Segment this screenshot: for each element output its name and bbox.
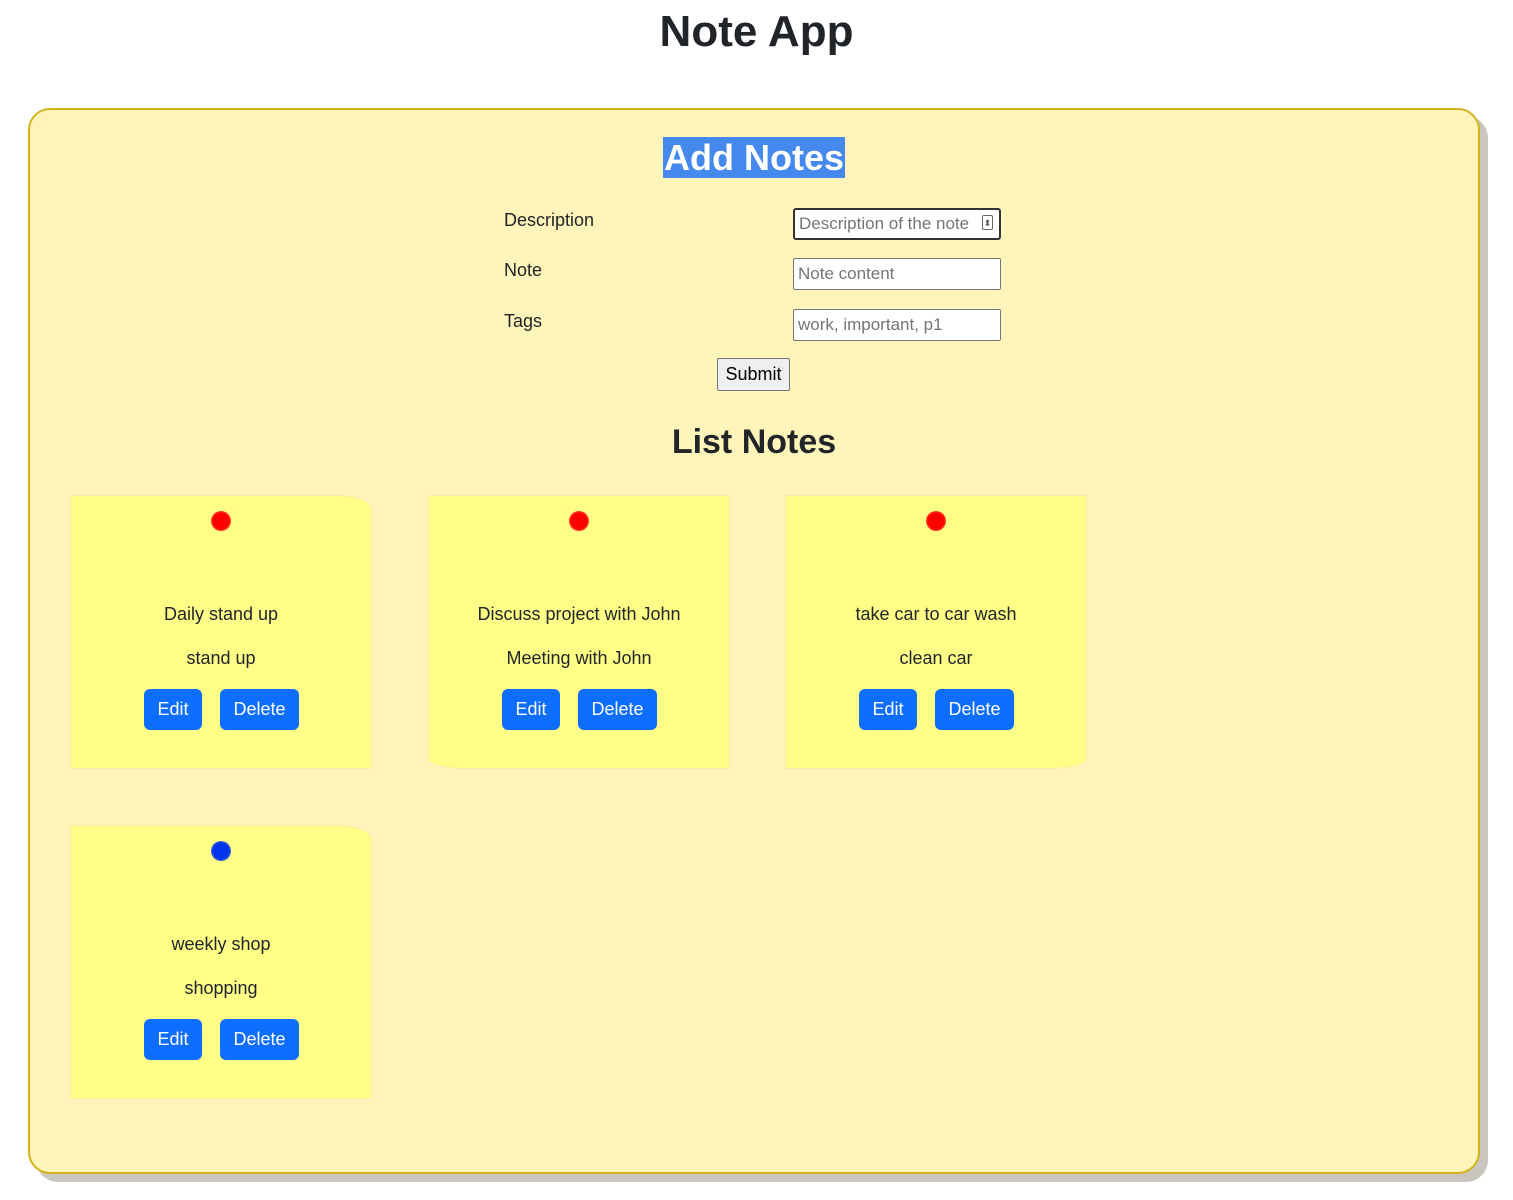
tags-row: Tags [504,309,1004,343]
edit-button[interactable]: Edit [502,689,560,730]
note-content: stand up [186,648,256,668]
edit-button[interactable]: Edit [144,1019,202,1060]
note-card: take car to car wash clean car Edit Dele… [785,495,1087,769]
pin-icon [569,511,589,531]
note-card: Discuss project with John Meeting with J… [428,495,730,769]
note-row: Note [504,258,1004,292]
submit-button[interactable]: Submit [717,358,790,391]
edit-button[interactable]: Edit [144,689,202,730]
pin-icon [926,511,946,531]
notes-board: Add Notes Description ⬍ Note Tags Submit… [28,108,1480,1174]
note-content: Meeting with John [506,648,652,668]
edit-button[interactable]: Edit [859,689,917,730]
pin-icon [211,841,231,861]
note-content: clean car [899,648,973,668]
delete-button[interactable]: Delete [220,1019,299,1060]
description-label: Description [504,210,595,230]
description-row: Description ⬍ [504,208,1004,242]
note-description: Daily stand up [163,604,279,624]
autofill-contact-icon[interactable]: ⬍ [982,215,993,230]
note-content: shopping [184,978,258,998]
pin-icon [211,511,231,531]
tags-input[interactable] [793,309,1001,341]
note-input[interactable] [793,258,1001,290]
tags-label: Tags [504,311,543,331]
delete-button[interactable]: Delete [220,689,299,730]
description-input[interactable] [793,208,1001,240]
note-description: take car to car wash [855,604,1017,624]
delete-button[interactable]: Delete [578,689,657,730]
add-notes-heading: Add Notes [30,134,1478,182]
note-description: weekly shop [171,934,271,954]
note-card: Daily stand up stand up Edit Delete [70,495,372,769]
note-description: Discuss project with John [477,604,681,624]
add-notes-title: Add Notes [663,137,845,178]
note-card: weekly shop shopping Edit Delete [70,825,372,1099]
page-title: Note App [659,7,854,56]
note-label: Note [504,260,543,280]
list-notes-title: List Notes [671,423,837,461]
delete-button[interactable]: Delete [935,689,1014,730]
